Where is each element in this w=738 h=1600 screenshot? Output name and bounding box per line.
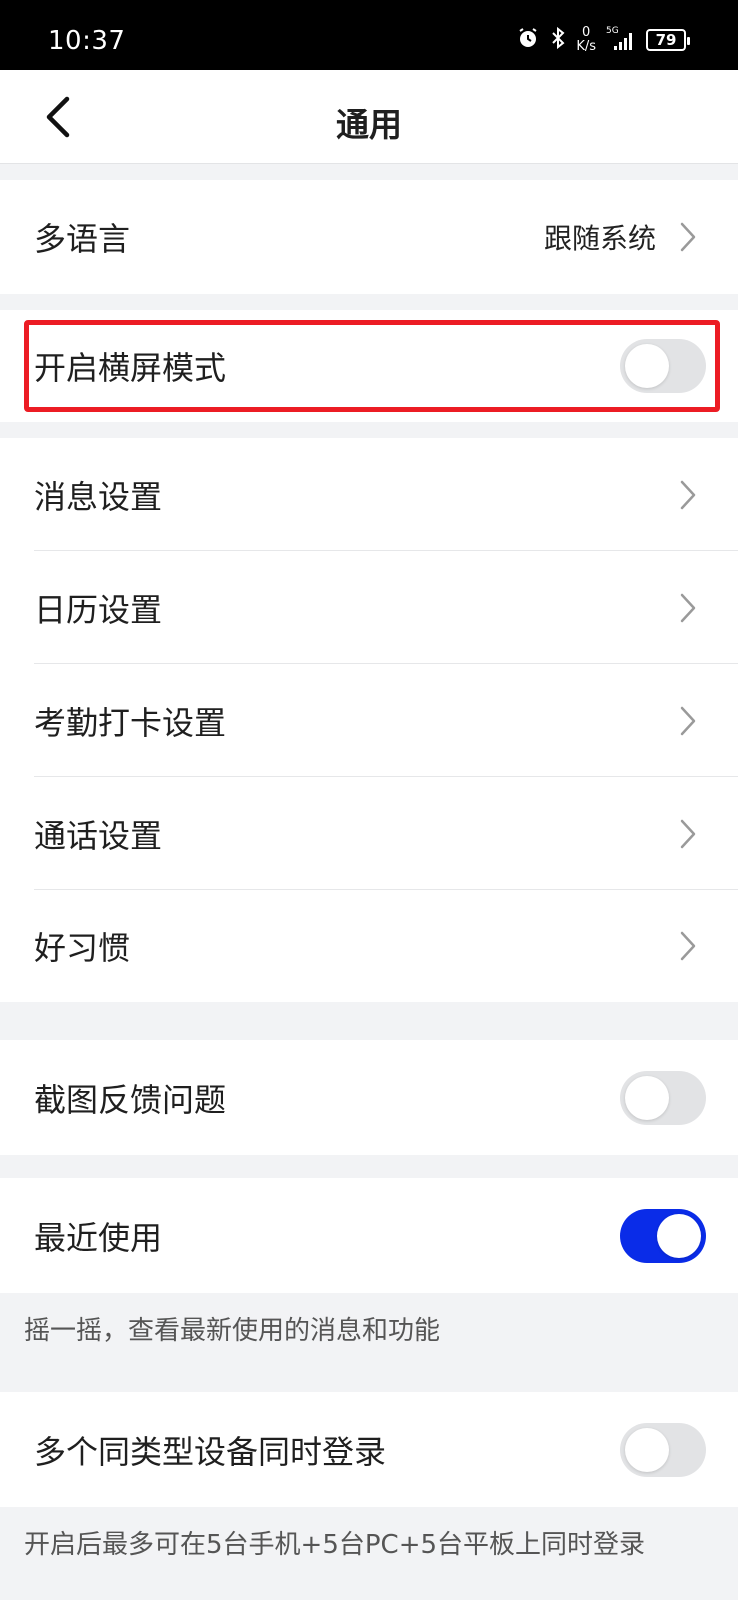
chevron-right-icon — [680, 222, 696, 252]
chevron-right-icon — [680, 480, 696, 509]
net-speed: 0 K/s — [576, 25, 596, 54]
recent-use-toggle[interactable] — [620, 1208, 706, 1263]
screenshot-feedback-toggle[interactable] — [620, 1070, 706, 1125]
attendance-settings-row[interactable]: 考勤打卡设置 — [0, 664, 738, 777]
recent-use-hint: 摇一摇，查看最新使用的消息和功能 — [24, 1316, 441, 1346]
call-settings-row[interactable]: 通话设置 — [0, 777, 738, 890]
calendar-settings-row[interactable]: 日历设置 — [0, 551, 738, 664]
good-habit-row[interactable]: 好习惯 — [0, 890, 738, 1002]
chevron-right-icon — [680, 706, 696, 735]
good-habit-label: 好习惯 — [34, 929, 131, 967]
message-settings-row[interactable]: 消息设置 — [0, 438, 738, 551]
language-row[interactable]: 多语言 跟随系统 — [0, 180, 738, 294]
signal-icon: 5G — [606, 26, 636, 52]
language-value: 跟随系统 — [543, 222, 656, 255]
call-settings-label: 通话设置 — [34, 816, 163, 855]
navigation-bar: 通用 — [0, 70, 738, 164]
chevron-right-icon — [680, 819, 696, 848]
screenshot-feedback-label: 截图反馈问题 — [34, 1080, 227, 1119]
screenshot-feedback-row: 截图反馈问题 — [0, 1040, 738, 1155]
battery-indicator: 79 — [646, 29, 690, 51]
multi-device-login-hint: 开启后最多可在5台手机+5台PC+5台平板上同时登录 — [24, 1530, 646, 1560]
recent-use-label: 最近使用 — [34, 1218, 163, 1257]
chevron-right-icon — [680, 593, 696, 622]
status-icons: 0 K/s 5G 79 — [516, 24, 690, 56]
toggle-knob — [657, 1213, 701, 1258]
message-settings-label: 消息设置 — [34, 477, 163, 516]
toggle-knob — [625, 1427, 669, 1472]
multi-device-login-label: 多个同类型设备同时登录 — [34, 1432, 387, 1471]
attendance-settings-label: 考勤打卡设置 — [34, 703, 227, 742]
bluetooth-icon — [550, 26, 566, 54]
page-title: 通用 — [336, 105, 402, 144]
highlight-box — [24, 320, 720, 412]
recent-use-row: 最近使用 — [0, 1178, 738, 1293]
calendar-settings-label: 日历设置 — [34, 590, 163, 629]
status-bar: 10:37 0 K/s 5G 79 — [0, 0, 738, 70]
status-time: 10:37 — [48, 26, 126, 56]
language-label: 多语言 — [34, 220, 131, 258]
chevron-right-icon — [680, 931, 696, 961]
toggle-knob — [625, 1075, 669, 1120]
alarm-icon — [516, 26, 540, 54]
multi-device-login-row: 多个同类型设备同时登录 — [0, 1392, 738, 1507]
multi-device-login-toggle[interactable] — [620, 1422, 706, 1477]
